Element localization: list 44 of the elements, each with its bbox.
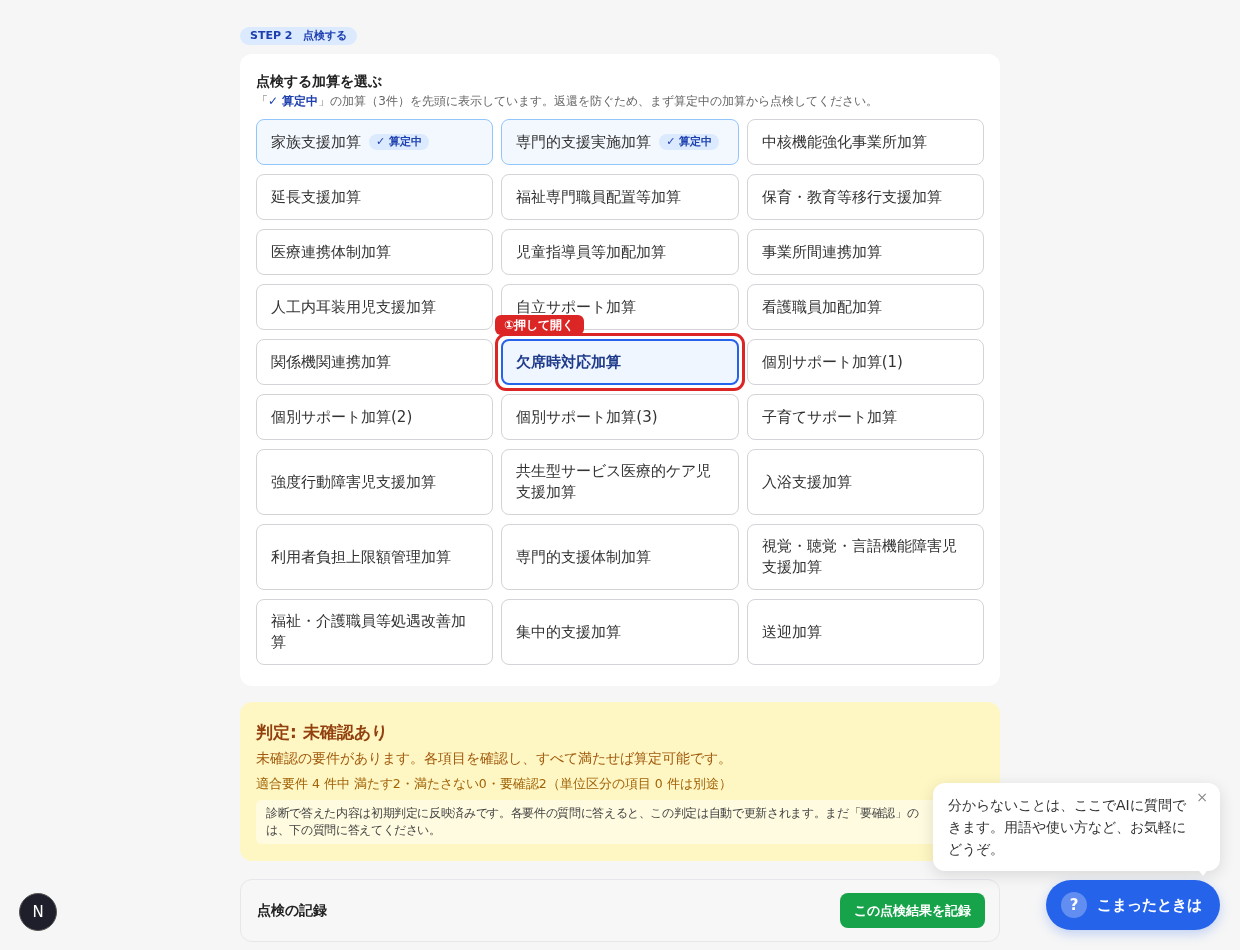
addition-option[interactable]: 共生型サービス医療的ケア児支援加算: [501, 449, 739, 515]
question-icon: ?: [1061, 892, 1087, 918]
addition-option[interactable]: 集中的支援加算: [501, 599, 739, 665]
addition-option[interactable]: 個別サポート加算(1): [746, 339, 984, 385]
addition-option[interactable]: 医療連携体制加算: [256, 229, 494, 275]
addition-option[interactable]: 延長支援加算: [256, 174, 494, 220]
addition-option[interactable]: 入浴支援加算: [746, 449, 984, 515]
addition-option[interactable]: 欠席時対応加算: [501, 339, 739, 385]
card-title: 点検する加算を選ぶ: [256, 72, 383, 90]
calculating-tag: ✓ 算定中: [659, 134, 720, 150]
calculating-tag: ✓ 算定中: [369, 134, 430, 150]
addition-option[interactable]: 家族支援加算 ✓ 算定中: [256, 119, 494, 165]
popover-text: 分からないことは、ここでAIに質問できます。用語や使い方など、お気軽にどうぞ。: [948, 796, 1187, 859]
step-title: 点検する: [302, 29, 347, 43]
addition-option[interactable]: 強度行動障害児支援加算: [256, 449, 494, 515]
callout-label: ①押して開く: [495, 315, 584, 335]
addition-option[interactable]: 専門的支援実施加算 ✓ 算定中: [501, 119, 739, 165]
note-text: 診断で答えた内容は初期判定に反映済みです。各要件の質問に答えると、この判定は自動で更新されます。まだ「要確認」の: [266, 805, 919, 822]
help-button[interactable]: ? こまったときは: [1046, 880, 1220, 930]
addition-option[interactable]: 保育・教育等移行支援加算: [746, 174, 984, 220]
close-button[interactable]: ×: [1196, 789, 1208, 805]
note-text: は、下の質問に答えてください。: [266, 822, 441, 839]
card-subtitle: 「✓ 算定中」の加算（3件）を先頭に表示しています。返還を防ぐため、まず算定中の加算から点検してください。: [256, 93, 879, 109]
addition-option[interactable]: 中核機能強化事業所加算: [746, 119, 984, 165]
dev-tools-button[interactable]: N: [19, 893, 57, 931]
addition-option[interactable]: 関係機関連携加算: [256, 339, 494, 385]
addition-option[interactable]: 福祉・介護職員等処遇改善加算: [256, 599, 494, 665]
addition-option[interactable]: 個別サポート加算(2): [256, 394, 494, 440]
addition-option[interactable]: 看護職員加配加算: [746, 284, 984, 330]
addition-option[interactable]: 児童指導員等加配加算: [501, 229, 739, 275]
step-number: STEP 2: [250, 29, 293, 43]
addition-option[interactable]: 視覚・聴覚・言語機能障害児支援加算: [746, 524, 984, 590]
addition-option[interactable]: 事業所間連携加算: [746, 229, 984, 275]
verdict-stats: 適合要件 4 件中 満たす2・満たさない0・要確認2（単位区分の項目 0 件は別途）: [256, 775, 733, 793]
verdict-title: 判定: 未確認あり: [256, 721, 389, 743]
record-title: 点検の記録: [257, 901, 327, 920]
addition-option[interactable]: 専門的支援体制加算: [501, 524, 739, 590]
addition-option[interactable]: 人工内耳装用児支援加算: [256, 284, 494, 330]
verdict-message: 未確認の要件があります。各項目を確認し、すべて満たせば算定可能です。: [256, 749, 733, 768]
addition-option[interactable]: 利用者負担上限額管理加算: [256, 524, 494, 590]
addition-option[interactable]: 福祉専門職員配置等加算: [501, 174, 739, 220]
addition-option[interactable]: 送迎加算: [746, 599, 984, 665]
addition-option[interactable]: 子育てサポート加算: [746, 394, 984, 440]
addition-option[interactable]: 個別サポート加算(3): [501, 394, 739, 440]
